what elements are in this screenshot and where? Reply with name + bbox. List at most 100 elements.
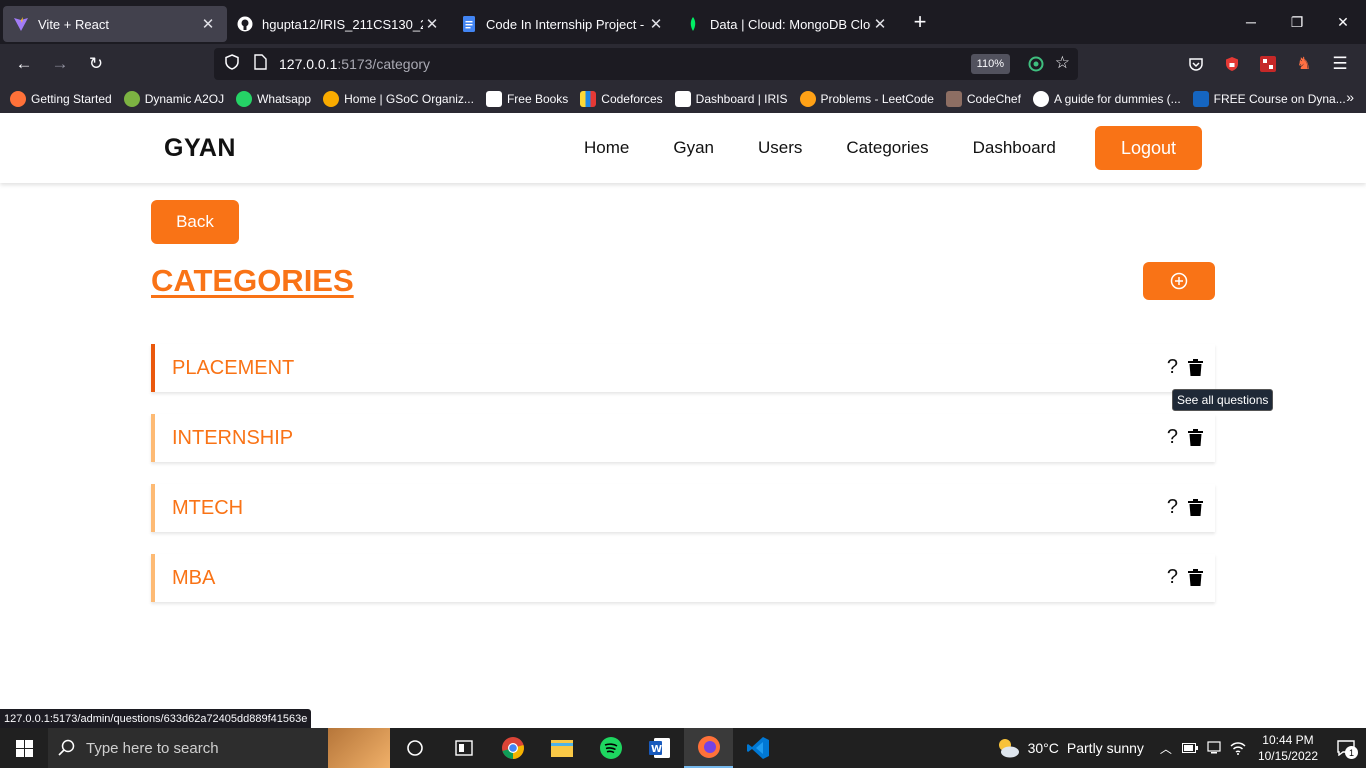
knight-extension-icon[interactable]: ♞ bbox=[1286, 54, 1322, 74]
nav-dashboard[interactable]: Dashboard bbox=[951, 138, 1078, 158]
close-tab-icon[interactable]: ✕ bbox=[199, 15, 217, 33]
question-icon[interactable]: ? bbox=[1167, 426, 1178, 449]
page-icon bbox=[254, 53, 267, 75]
notification-icon[interactable]: 1 bbox=[1326, 740, 1366, 759]
restore-icon[interactable]: ❐ bbox=[1274, 0, 1320, 44]
search-placeholder: Type here to search bbox=[86, 739, 219, 757]
brand-logo[interactable]: GYAN bbox=[164, 134, 236, 163]
adblock-icon[interactable] bbox=[1214, 56, 1250, 72]
page-title: CATEGORIES bbox=[151, 263, 354, 298]
hamburger-menu-icon[interactable]: ☰ bbox=[1322, 54, 1358, 74]
system-tray: 30°C Partly sunny ︿ 10:44 PM 10/15/2022 … bbox=[996, 728, 1366, 768]
wifi-icon[interactable] bbox=[1226, 741, 1250, 755]
category-card[interactable]: MBA ? bbox=[151, 554, 1215, 602]
bookmark-item[interactable]: FREE Course on Dyna... bbox=[1192, 90, 1346, 107]
bookmark-item[interactable]: Dashboard | IRIS bbox=[674, 90, 788, 107]
category-card[interactable]: INTERNSHIP ? bbox=[151, 414, 1215, 462]
shield-icon[interactable] bbox=[224, 53, 240, 75]
category-name: MBA bbox=[172, 566, 216, 589]
new-tab-button[interactable]: + bbox=[903, 9, 937, 35]
clock[interactable]: 10:44 PM 10/15/2022 bbox=[1258, 732, 1318, 764]
search-highlight-image bbox=[328, 728, 390, 768]
add-category-button[interactable] bbox=[1143, 262, 1215, 300]
close-tab-icon[interactable]: ✕ bbox=[647, 15, 665, 33]
extension-ring-icon[interactable] bbox=[1028, 56, 1044, 77]
vscode-icon[interactable] bbox=[733, 728, 782, 768]
back-button[interactable]: Back bbox=[151, 200, 239, 244]
bookmark-item[interactable]: Codeforces bbox=[580, 90, 663, 107]
chevron-double-right-icon[interactable]: » bbox=[1346, 89, 1354, 105]
bookmark-item[interactable]: CodeChef bbox=[945, 90, 1021, 107]
bookmark-label: Dashboard | IRIS bbox=[695, 91, 788, 106]
spotify-icon[interactable] bbox=[586, 728, 635, 768]
bookmark-item[interactable]: Getting Started bbox=[10, 90, 112, 107]
bookmark-item[interactable]: Home | GSoC Organiz... bbox=[323, 90, 474, 107]
nav-users[interactable]: Users bbox=[736, 138, 824, 158]
bookmark-label: FREE Course on Dyna... bbox=[1213, 91, 1346, 106]
trash-icon[interactable] bbox=[1188, 569, 1203, 586]
bookmark-star-icon[interactable]: ☆ bbox=[1055, 53, 1070, 73]
category-card[interactable]: PLACEMENT ? bbox=[151, 344, 1215, 392]
nav-gyan[interactable]: Gyan bbox=[651, 138, 736, 158]
weather-temperature[interactable]: 30°C bbox=[1028, 740, 1059, 756]
windows-logo-icon bbox=[15, 739, 33, 757]
reload-icon[interactable]: ↻ bbox=[78, 48, 114, 80]
question-icon[interactable]: ? bbox=[1167, 566, 1178, 589]
close-tab-icon[interactable]: ✕ bbox=[423, 15, 441, 33]
github-icon bbox=[237, 16, 253, 32]
tooltip: See all questions bbox=[1172, 389, 1274, 411]
extension-grid-icon[interactable] bbox=[1250, 56, 1286, 72]
tab-google-docs[interactable]: Code In Internship Project - Goo ✕ bbox=[451, 6, 675, 42]
tab-mongodb[interactable]: Data | Cloud: MongoDB Cloud ✕ bbox=[675, 6, 899, 42]
bookmark-item[interactable]: Whatsapp bbox=[236, 90, 312, 107]
tab-vite-react[interactable]: Vite + React ✕ bbox=[3, 6, 227, 42]
back-arrow-icon[interactable]: ← bbox=[6, 48, 42, 80]
bookmark-item[interactable]: Problems - LeetCode bbox=[799, 90, 934, 107]
whatsapp-icon bbox=[236, 90, 253, 107]
battery-icon[interactable] bbox=[1178, 743, 1202, 753]
trash-icon[interactable] bbox=[1188, 429, 1203, 446]
weather-description[interactable]: Partly sunny bbox=[1067, 740, 1144, 756]
word-icon[interactable]: W bbox=[635, 728, 684, 768]
address-bar[interactable]: 127.0.0.1:5173/category 110% ☆ bbox=[214, 48, 1078, 80]
close-window-icon[interactable]: ✕ bbox=[1320, 0, 1366, 44]
nav-home[interactable]: Home bbox=[562, 138, 651, 158]
main-nav: Home Gyan Users Categories Dashboard bbox=[562, 113, 1078, 183]
minimize-icon[interactable]: ─ bbox=[1228, 0, 1274, 44]
plus-circle-icon bbox=[1170, 272, 1188, 290]
pocket-icon[interactable] bbox=[1178, 56, 1214, 72]
svg-text:W: W bbox=[651, 744, 662, 755]
bookmark-label: CodeChef bbox=[966, 91, 1021, 106]
taskbar-search[interactable]: Type here to search bbox=[48, 728, 390, 768]
display-icon[interactable] bbox=[1202, 741, 1226, 755]
firefox-icon bbox=[10, 90, 26, 107]
bookmark-label: Whatsapp bbox=[257, 91, 312, 106]
file-explorer-icon[interactable] bbox=[537, 728, 586, 768]
windows-start-button[interactable] bbox=[0, 728, 48, 768]
nav-categories[interactable]: Categories bbox=[824, 138, 950, 158]
url-path: :5173/category bbox=[337, 56, 431, 72]
chrome-icon[interactable] bbox=[488, 728, 537, 768]
bookmark-label: Problems - LeetCode bbox=[820, 91, 934, 106]
firefox-taskbar-icon[interactable] bbox=[684, 728, 733, 768]
free-books-icon bbox=[485, 90, 502, 107]
trash-icon[interactable] bbox=[1188, 499, 1203, 516]
forward-arrow-icon[interactable]: → bbox=[42, 48, 78, 80]
logout-button[interactable]: Logout bbox=[1095, 126, 1202, 170]
trash-icon[interactable] bbox=[1188, 359, 1203, 376]
weather-partly-sunny-icon[interactable] bbox=[996, 737, 1020, 759]
close-tab-icon[interactable]: ✕ bbox=[871, 15, 889, 33]
guide-icon bbox=[1032, 90, 1049, 107]
task-view-icon[interactable] bbox=[390, 728, 439, 768]
zoom-level[interactable]: 110% bbox=[970, 54, 1010, 74]
category-card[interactable]: MTECH ? bbox=[151, 484, 1215, 532]
bookmark-item[interactable]: Dynamic A2OJ bbox=[123, 90, 224, 107]
widgets-icon[interactable] bbox=[439, 728, 488, 768]
bookmark-item[interactable]: A guide for dummies (... bbox=[1032, 90, 1181, 107]
chevron-up-icon[interactable]: ︿ bbox=[1154, 740, 1178, 757]
browser-nav-bar: ← → ↻ 127.0.0.1:5173/category 110% ☆ ♞ ☰ bbox=[0, 44, 1366, 84]
question-icon[interactable]: ? bbox=[1167, 496, 1178, 519]
bookmark-item[interactable]: Free Books bbox=[485, 90, 568, 107]
tab-github[interactable]: hgupta12/IRIS_211CS130_2_MER ✕ bbox=[227, 6, 451, 42]
question-icon[interactable]: ? bbox=[1167, 356, 1178, 379]
